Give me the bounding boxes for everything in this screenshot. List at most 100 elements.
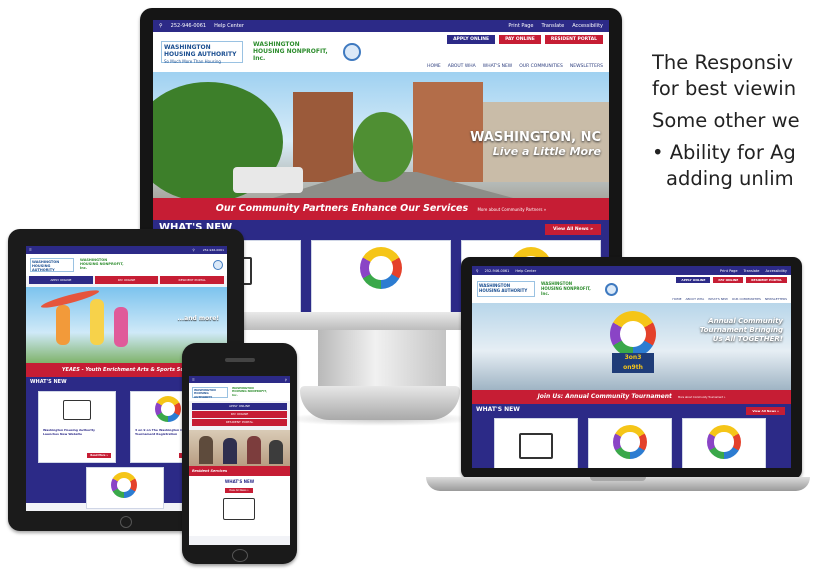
nav-about[interactable]: ABOUT WHA	[685, 297, 704, 301]
wha-logo[interactable]: WASHINGTON HOUSING AUTHORITY	[30, 258, 74, 272]
phone-link[interactable]: 252-946-0061	[485, 269, 510, 273]
translate-link[interactable]: Translate	[744, 269, 760, 273]
wha-logo-tagline: So Much More Than Housing	[164, 59, 221, 64]
wha-logo-line2: HOUSING AUTHORITY	[479, 288, 528, 293]
nav-whats-new[interactable]: WHAT'S NEW	[708, 297, 728, 301]
whn-logo[interactable]: WASHINGTON HOUSING NONPROFIT, Inc.	[232, 386, 272, 398]
copy-line-1: The Responsiv	[652, 51, 794, 74]
news-card[interactable]: Washington Housing Authority Launches Ne…	[38, 391, 116, 463]
nav-communities[interactable]: OUR COMMUNITIES	[519, 64, 563, 69]
nav-whats-new[interactable]: WHAT'S NEW	[483, 64, 513, 69]
phone-link[interactable]: 252-946-0061	[203, 248, 224, 252]
laptop-screen: ⚲ 252-946-0061 Help Center Print Page Tr…	[472, 266, 791, 468]
nav-home[interactable]: HOME	[427, 64, 441, 69]
resident-portal-button[interactable]: RESIDENT PORTAL	[746, 277, 787, 283]
news-cards	[494, 418, 766, 468]
apply-online-button[interactable]: APPLY ONLINE	[29, 276, 93, 284]
apply-online-button[interactable]: APPLY ONLINE	[192, 403, 287, 410]
translate-link[interactable]: Translate	[542, 23, 565, 29]
read-more-button[interactable]: Read More »	[87, 453, 111, 458]
nav-newsletters[interactable]: NEWSLETTERS	[765, 297, 787, 301]
news-card[interactable]	[588, 418, 672, 468]
laptop-header: WASHINGTON HOUSING AUTHORITY WASHINGTON …	[472, 275, 791, 303]
hero-slideshow[interactable]: WASHINGTON, NC Live a Little More	[153, 72, 609, 198]
phone-whats-new: WHAT'S NEW View All News »	[189, 476, 290, 536]
laptop-banner: Join Us: Annual Community Tournament Mor…	[472, 390, 791, 404]
menu-icon[interactable]: ☰	[192, 378, 195, 382]
hero-caption: Annual Community Tournament Bringing Us …	[700, 317, 783, 344]
resident-portal-button[interactable]: RESIDENT PORTAL	[192, 419, 287, 426]
accessibility-link[interactable]: Accessibility	[765, 269, 787, 273]
whn-logo-line2: HOUSING NONPROFIT, Inc.	[253, 48, 328, 62]
whats-new-heading: WHAT'S NEW	[476, 406, 520, 413]
print-page-link[interactable]: Print Page	[508, 23, 533, 29]
news-card[interactable]	[682, 418, 766, 468]
view-all-news-button[interactable]: View All News »	[746, 407, 785, 415]
hero-truck	[233, 167, 303, 193]
apply-online-button[interactable]: APPLY ONLINE	[676, 277, 711, 283]
wha-logo[interactable]: WASHINGTON HOUSING AUTHORITY	[477, 281, 535, 297]
accessibility-link[interactable]: Accessibility	[572, 23, 603, 29]
print-page-link[interactable]: Print Page	[720, 269, 738, 273]
whn-logo[interactable]: WASHINGTON HOUSING NONPROFIT, Inc.	[541, 281, 599, 297]
phone-hero[interactable]	[189, 430, 290, 466]
hero-person	[247, 436, 261, 464]
search-icon[interactable]: ⚲	[476, 269, 479, 273]
pay-online-button[interactable]: PAY ONLINE	[713, 277, 744, 283]
hero-person	[199, 436, 213, 464]
tablet-buttons: APPLY ONLINE PAY ONLINE RESIDENT PORTAL	[26, 276, 227, 284]
phone-link[interactable]: 252-946-0061	[171, 23, 206, 29]
tablet-header: WASHINGTON HOUSING AUTHORITY WASHINGTON …	[26, 254, 227, 276]
devices-icon	[63, 400, 91, 420]
phone-top-bar: ☰ ⚲	[189, 376, 290, 383]
tournament-emblem-icon	[610, 311, 656, 357]
hero-line-3: Us All TOGETHER!	[712, 335, 783, 343]
apply-online-button[interactable]: APPLY ONLINE	[447, 35, 496, 44]
main-nav: HOME ABOUT WHA WHAT'S NEW OUR COMMUNITIE…	[427, 64, 603, 69]
hero-line-2: Tournament Bringing	[699, 326, 783, 334]
site-header: WASHINGTON HOUSING AUTHORITY So Much Mor…	[153, 32, 609, 72]
monitor-stand-neck	[318, 330, 446, 392]
main-nav: HOME ABOUT WHA WHAT'S NEW OUR COMMUNITIE…	[672, 297, 787, 301]
phone-header: WASHINGTON HOUSING AUTHORITY WASHINGTON …	[189, 383, 290, 401]
banner-link[interactable]: More about Community Partners »	[477, 207, 546, 212]
pay-online-button[interactable]: PAY ONLINE	[94, 276, 159, 284]
tournament-emblem-icon	[155, 396, 181, 422]
nav-home[interactable]: HOME	[672, 297, 681, 301]
pay-online-button[interactable]: PAY ONLINE	[499, 35, 541, 44]
search-icon[interactable]: ⚲	[193, 248, 195, 252]
banner-link[interactable]: More about Community Tournament »	[678, 396, 725, 399]
nav-newsletters[interactable]: NEWSLETTERS	[570, 64, 603, 69]
wha-logo[interactable]: WASHINGTON HOUSING AUTHORITY	[192, 386, 228, 398]
nav-about[interactable]: ABOUT WHA	[448, 64, 476, 69]
pay-online-button[interactable]: PAY ONLINE	[192, 411, 287, 418]
search-icon[interactable]: ⚲	[159, 23, 163, 29]
tournament-emblem-icon	[360, 247, 402, 289]
help-center-link[interactable]: Help Center	[515, 269, 536, 273]
news-card[interactable]	[494, 418, 578, 468]
news-card-title: Washington Housing Authority Launches Ne…	[43, 428, 95, 436]
wha-logo[interactable]: WASHINGTON HOUSING AUTHORITY So Much Mor…	[161, 41, 243, 64]
whn-logo[interactable]: WASHINGTON HOUSING NONPROFIT, Inc.	[253, 41, 333, 63]
hero-child	[90, 299, 104, 345]
news-card[interactable]	[86, 467, 164, 509]
laptop-top-bar: ⚲ 252-946-0061 Help Center Print Page Tr…	[472, 266, 791, 275]
laptop-notch	[590, 477, 646, 481]
tablet-home-button	[120, 516, 132, 528]
phone-buttons: APPLY ONLINE PAY ONLINE RESIDENT PORTAL	[189, 401, 290, 428]
tournament-emblem-icon	[613, 425, 647, 459]
header-buttons: APPLY ONLINE PAY ONLINE RESIDENT PORTAL	[447, 35, 603, 44]
header-buttons: APPLY ONLINE PAY ONLINE RESIDENT PORTAL	[676, 277, 787, 283]
search-icon[interactable]: ⚲	[285, 378, 287, 382]
resident-portal-button[interactable]: RESIDENT PORTAL	[160, 276, 225, 284]
laptop-hero[interactable]: 3on3 on9th Annual Community Tournament B…	[472, 303, 791, 390]
menu-icon[interactable]: ☰	[29, 248, 32, 252]
whn-logo[interactable]: WASHINGTON HOUSING NONPROFIT, Inc.	[80, 258, 130, 272]
resident-portal-button[interactable]: RESIDENT PORTAL	[544, 35, 603, 44]
tournament-emblem-icon	[111, 472, 137, 498]
nav-communities[interactable]: OUR COMMUNITIES	[732, 297, 761, 301]
view-all-news-button[interactable]: View All News »	[545, 224, 601, 235]
view-all-news-button[interactable]: View All News »	[225, 488, 253, 493]
news-card[interactable]	[311, 240, 451, 312]
help-center-link[interactable]: Help Center	[214, 23, 244, 29]
